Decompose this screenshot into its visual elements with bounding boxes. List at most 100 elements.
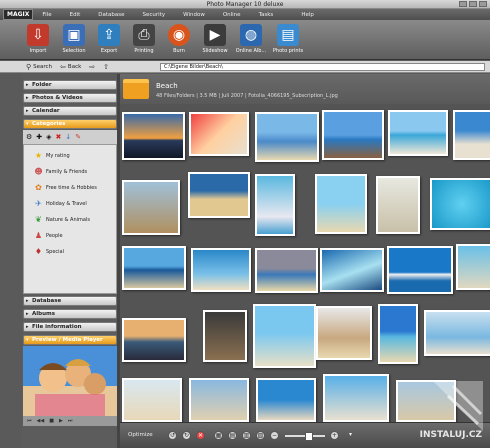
photo-thumbnail[interactable] [255,174,295,236]
photo-thumbnail[interactable] [189,112,249,156]
photo-thumbnail[interactable] [122,180,180,235]
category-label: People [46,232,63,239]
online-album-button[interactable]: ◍ Online Alb... [233,22,269,58]
printing-button[interactable]: ⎙ Printing [127,22,161,58]
forward-button[interactable]: ⇨ [85,63,99,71]
photos-videos-header[interactable]: Photos & Videos [23,93,117,103]
view-detail-icon[interactable]: ▥ [242,431,251,440]
menu-security[interactable]: Security [134,12,175,18]
family-icon: ☻ [34,167,43,176]
rewind-icon[interactable]: ◀◀ [37,418,45,424]
close-button[interactable] [479,1,487,7]
stop-icon[interactable]: ■ [49,418,54,424]
photo-thumbnail[interactable] [456,244,490,290]
folder-header[interactable]: Folder [23,80,117,90]
preview-image [23,346,117,416]
slideshow-button[interactable]: ▶ Slideshow [198,22,232,58]
forward-arrow-icon: ⇨ [89,62,96,71]
view-grid-icon[interactable]: ▧ [256,431,265,440]
photo-thumbnail[interactable] [376,176,420,234]
add-category-icon[interactable]: ✚ [36,133,42,141]
zoom-slider[interactable] [285,432,325,441]
folder-info-bar: Beach 48 Files/Folders | 3.5 MB | Juli 2… [120,74,490,104]
folder-name: Beach [156,82,178,90]
zoom-out-icon[interactable]: − [270,431,279,440]
rotate-left-icon[interactable]: ↺ [168,431,177,440]
albums-header[interactable]: Albums [23,309,117,319]
menu-edit[interactable]: Edit [61,12,90,18]
menu-help[interactable]: Help [292,12,323,18]
categories-header[interactable]: Categories [23,119,117,129]
delete-x-icon[interactable]: ✕ [196,431,205,440]
category-item-travel[interactable]: ✈ Holiday & Travel [34,199,87,208]
previous-icon[interactable]: ⏮ [27,418,32,424]
photo-thumbnail[interactable] [378,304,418,364]
tag-icon[interactable]: ◈ [46,133,51,141]
menu-database[interactable]: Database [89,12,133,18]
optimize-button[interactable]: Optimize [128,432,153,438]
photo-thumbnail[interactable] [322,110,384,160]
menu-online[interactable]: Online [214,12,250,18]
next-icon[interactable]: ⏭ [68,418,73,424]
up-folder-button[interactable]: ⇧ [99,63,113,71]
player-controls: ⏮ ◀◀ ■ ▶ ⏭ [23,416,117,426]
zoom-in-icon[interactable]: + [330,431,339,440]
photo-thumbnail[interactable] [188,172,250,218]
photo-thumbnail[interactable] [122,246,186,290]
photo-thumbnail[interactable] [122,318,186,362]
photo-thumbnail[interactable] [191,248,251,292]
minimize-button[interactable] [459,1,467,7]
photo-thumbnail[interactable] [424,310,490,356]
photo-thumbnail[interactable] [256,378,316,422]
move-down-icon[interactable]: ↓ [65,133,71,141]
photo-thumbnail[interactable] [453,110,490,160]
database-header[interactable]: Database [23,296,117,306]
menu-tasks[interactable]: Tasks [250,12,283,18]
photo-thumbnail[interactable] [122,378,182,422]
photo-thumbnail[interactable] [253,304,316,368]
category-label: My rating [46,152,70,159]
preview-header[interactable]: Preview / Media Player [23,335,117,345]
photo-thumbnail[interactable] [323,374,389,422]
menu-window[interactable]: Window [174,12,214,18]
back-button[interactable]: ⇦ Back [56,63,85,71]
photo-thumbnail[interactable] [316,306,372,360]
calendar-header[interactable]: Calendar [23,106,117,116]
photo-thumbnail[interactable] [387,246,453,294]
dropdown-arrow-icon[interactable]: ▾ [346,431,355,440]
photo-thumbnail[interactable] [430,178,490,230]
burn-button[interactable]: ◉ Burn [162,22,196,58]
eraser-icon[interactable]: ✎ [75,133,81,141]
category-item-family[interactable]: ☻ Family & Friends [34,167,87,176]
maximize-button[interactable] [469,1,477,7]
photo-thumbnail[interactable] [189,378,249,422]
settings-gear-icon[interactable]: ⚙ [26,133,32,141]
search-button[interactable]: ⚲ Search [22,63,56,71]
photo-thumbnail[interactable] [388,110,448,156]
category-item-nature[interactable]: ❦ Nature & Animals [34,215,90,224]
export-button[interactable]: ⇪ Export [92,22,126,58]
category-item-people[interactable]: ♟ People [34,231,63,240]
selection-button[interactable]: ▣ Selection [57,22,91,58]
category-item-my-rating[interactable]: ★ My rating [34,151,70,160]
play-icon[interactable]: ▶ [59,418,63,424]
category-item-special[interactable]: ♦ Special [34,247,64,256]
view-list-icon[interactable]: ▤ [228,431,237,440]
photo-prints-button[interactable]: ▤ Photo prints [270,22,306,58]
delete-icon[interactable]: ✖ [56,133,62,141]
file-information-header[interactable]: File information [23,322,117,332]
rotate-right-icon[interactable]: ↻ [182,431,191,440]
photo-thumbnail[interactable] [255,248,318,293]
photo-thumbnail[interactable] [320,248,384,292]
category-item-hobbies[interactable]: ✿ Free time & Hobbies [34,183,97,192]
photo-thumbnail[interactable] [122,112,185,160]
burn-label: Burn [173,48,185,54]
import-button[interactable]: ⇩ Import [21,22,55,58]
photo-thumbnail[interactable] [315,174,367,234]
view-mode-icon[interactable]: ▦ [214,431,223,440]
photo-thumbnail[interactable] [255,112,319,162]
up-folder-icon: ⇧ [103,62,110,71]
path-field[interactable]: C:\Eigene Bilder\Beach\ [160,63,485,71]
menu-file[interactable]: File [33,12,60,18]
photo-thumbnail[interactable] [203,310,247,362]
